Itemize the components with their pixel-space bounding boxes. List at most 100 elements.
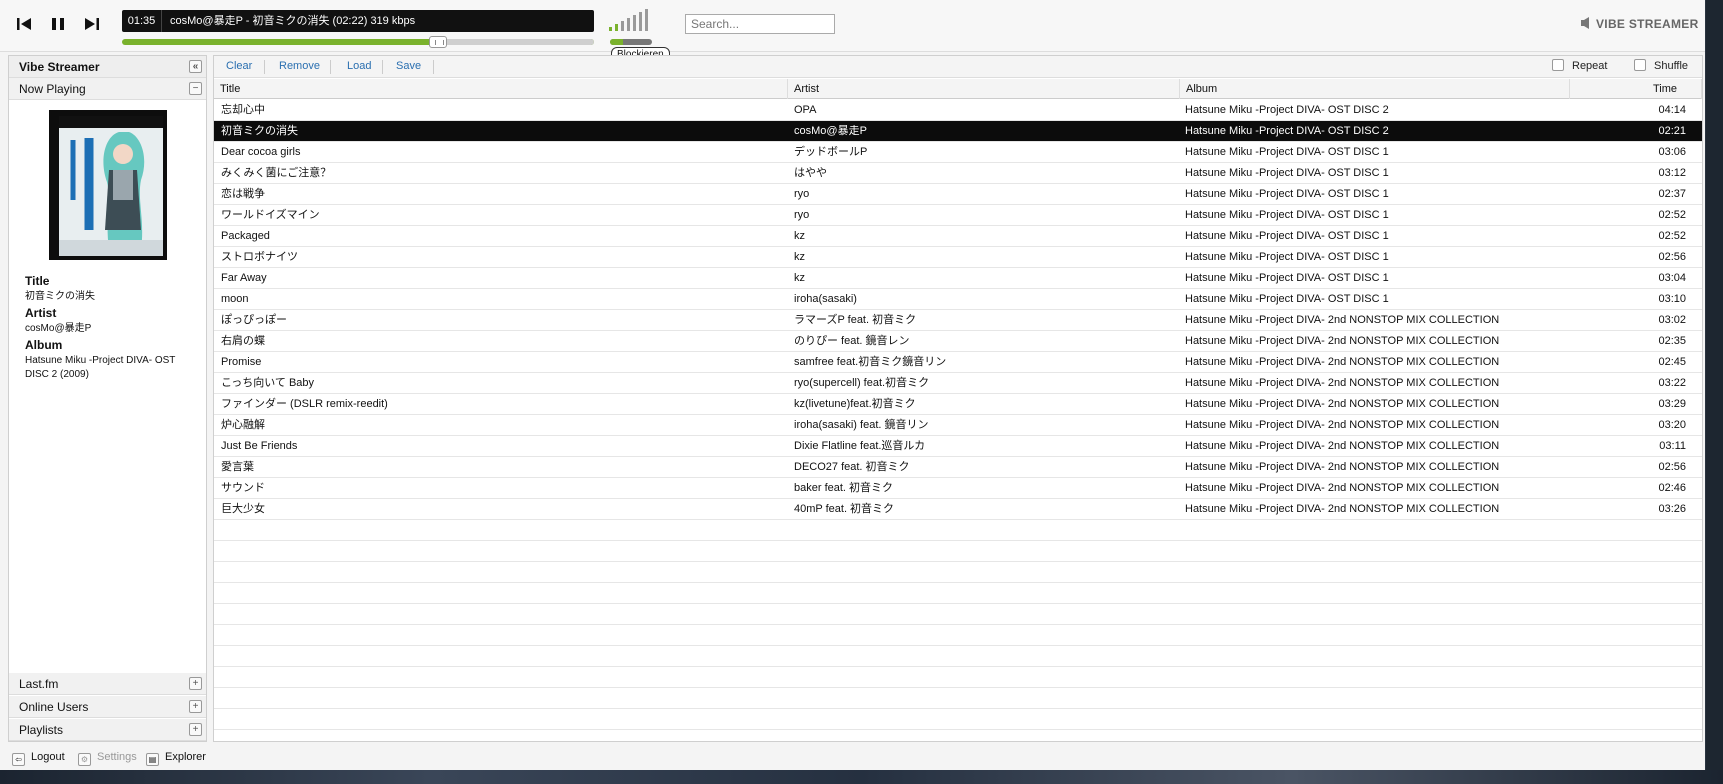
track-album-cell: Hatsune Miku -Project DIVA- OST DISC 1 — [1185, 272, 1389, 284]
logo-text: VIBE STREAMER — [1596, 17, 1699, 31]
track-title-cell: moon — [221, 293, 249, 305]
volume-level-bar[interactable] — [615, 24, 618, 31]
speaker-logo-icon — [1581, 17, 1589, 29]
sidebar-section-online-users[interactable]: Online Users + — [9, 696, 206, 718]
lastfm-label: Last.fm — [19, 677, 59, 691]
track-time-cell: 02:46 — [1658, 482, 1686, 494]
seek-handle[interactable] — [429, 36, 448, 48]
track-artist-cell: iroha(sasaki) — [794, 293, 857, 305]
track-title-cell: こっち向いて Baby — [221, 377, 315, 389]
track-album-cell: Hatsune Miku -Project DIVA- 2nd NONSTOP … — [1185, 398, 1500, 410]
track-album-cell: Hatsune Miku -Project DIVA- 2nd NONSTOP … — [1185, 419, 1500, 431]
prev-icon[interactable] — [14, 14, 34, 34]
track-album-cell: Hatsune Miku -Project DIVA- 2nd NONSTOP … — [1185, 377, 1500, 389]
table-row[interactable]: 忘却心中 OPA Hatsune Miku -Project DIVA- OST D… — [214, 100, 1702, 121]
explorer-button[interactable]: ▤ Explorer — [146, 749, 206, 766]
table-row[interactable]: ワールドイズマイン ryo Hatsune Miku -Project DIVA- … — [214, 205, 1702, 226]
sidebar-section-playlists[interactable]: Playlists + — [9, 719, 206, 741]
current-track-text: cosMo@暴走P - 初音ミクの消失 (02:22) 319 kbps — [170, 15, 416, 27]
seek-slider[interactable] — [122, 36, 594, 48]
table-row[interactable]: 炉心融解 iroha(sasaki) feat. 鏡音リン Hatsune Miku… — [214, 415, 1702, 436]
track-artist-cell: 40mP feat. 初音ミク — [794, 503, 895, 515]
table-row[interactable]: Packaged kz Hatsune Miku -Project DIVA- OS… — [214, 226, 1702, 247]
plus-icon[interactable]: + — [189, 723, 202, 736]
table-row[interactable]: moon iroha(sasaki) Hatsune Miku -Project D… — [214, 289, 1702, 310]
track-artist-cell: kz — [794, 230, 805, 242]
track-artist-cell: DECO27 feat. 初音ミク — [794, 461, 910, 473]
repeat-toggle[interactable]: Repeat — [1552, 59, 1607, 72]
remove-button[interactable]: Remove — [279, 60, 320, 72]
sidebar-section-lastfm[interactable]: Last.fm + — [9, 673, 206, 695]
volume-level-bar[interactable] — [621, 21, 624, 31]
track-title-cell: ストロボナイツ — [221, 251, 298, 263]
table-row[interactable]: Promise samfree feat.初音ミク鏡音リン Hatsune Miku… — [214, 352, 1702, 373]
table-row[interactable]: ファインダー (DSLR remix-reedit) kz(livetune)fe… — [214, 394, 1702, 415]
track-time-cell: 03:20 — [1658, 419, 1686, 431]
search-input[interactable] — [685, 14, 835, 34]
track-title-cell: 右肩の蝶 — [221, 335, 265, 347]
table-row[interactable]: みくみく菌にご注意？ はやや Hatsune Miku -Project DIVA-… — [214, 163, 1702, 184]
empty-row — [214, 562, 1702, 583]
table-row[interactable]: ストロボナイツ kz Hatsune Miku -Project DIVA- OST… — [214, 247, 1702, 268]
sidebar-title-text: Vibe Streamer — [19, 60, 100, 74]
settings-button[interactable]: ⚙ Settings — [78, 749, 137, 766]
minus-icon[interactable]: − — [189, 82, 202, 95]
plus-icon[interactable]: + — [189, 677, 202, 690]
track-artist-cell: Dixie Flatline feat.巡音ルカ — [794, 440, 926, 452]
volume-level-bar[interactable] — [639, 12, 642, 31]
column-title[interactable]: Title — [214, 79, 788, 99]
volume-slider[interactable] — [610, 39, 652, 45]
column-artist[interactable]: Artist — [788, 79, 1180, 99]
track-time-cell: 02:45 — [1658, 356, 1686, 368]
plus-icon[interactable]: + — [189, 700, 202, 713]
volume-fill — [610, 39, 623, 45]
track-album-cell: Hatsune Miku -Project DIVA- OST DISC 1 — [1185, 251, 1389, 263]
track-time-cell: 02:52 — [1658, 230, 1686, 242]
repeat-checkbox[interactable] — [1552, 59, 1564, 71]
empty-row — [214, 709, 1702, 730]
table-row[interactable]: 右肩の蝶 のりぴー feat. 鏡音レン Hatsune Miku -Project… — [214, 331, 1702, 352]
table-row[interactable]: Dear cocoa girls デッドボールP Hatsune Miku -Pro… — [214, 142, 1702, 163]
track-artist-cell: のりぴー feat. 鏡音レン — [794, 335, 910, 347]
table-row[interactable]: サウンド baker feat. 初音ミク Hatsune Miku -Projec… — [214, 478, 1702, 499]
shuffle-label: Shuffle — [1654, 60, 1689, 72]
shuffle-checkbox[interactable] — [1634, 59, 1646, 71]
repeat-label: Repeat — [1572, 60, 1608, 72]
sidebar-section-now-playing[interactable]: Now Playing − — [9, 78, 206, 100]
volume-level-bar[interactable] — [645, 9, 648, 31]
table-row[interactable]: ぽっぴっぽー ラマーズP feat. 初音ミク Hatsune Miku -Proj… — [214, 310, 1702, 331]
collapse-icon[interactable]: « — [189, 60, 202, 73]
table-row[interactable]: Far Away kz Hatsune Miku -Project DIVA- OS… — [214, 268, 1702, 289]
pause-icon[interactable] — [48, 14, 68, 34]
table-row[interactable]: 愛言葉 DECO27 feat. 初音ミク Hatsune Miku -Projec… — [214, 457, 1702, 478]
logout-button[interactable]: ⇦ Logout — [12, 749, 65, 766]
track-title-cell: Packaged — [221, 230, 270, 242]
column-album[interactable]: Album — [1180, 79, 1570, 99]
empty-row — [214, 604, 1702, 625]
table-row[interactable]: 恋は戦争 ryo Hatsune Miku -Project DIVA- OST D… — [214, 184, 1702, 205]
player-bar: 01:35 cosMo@暴走P - 初音ミクの消失 (02:22) 319 kb… — [0, 0, 1705, 62]
table-row[interactable]: 巨大少女 40mP feat. 初音ミク Hatsune Miku -Project… — [214, 499, 1702, 520]
track-time-cell: 02:56 — [1658, 461, 1686, 473]
volume-level-bar[interactable] — [627, 18, 630, 31]
table-row[interactable]: Just Be Friends Dixie Flatline feat.巡音ルカ H… — [214, 436, 1702, 457]
track-title-cell: みくみく菌にご注意？ — [221, 167, 332, 179]
save-button[interactable]: Save — [396, 60, 421, 72]
track-album-cell: Hatsune Miku -Project DIVA- 2nd NONSTOP … — [1185, 461, 1500, 473]
volume-level-bar[interactable] — [633, 15, 636, 31]
load-button[interactable]: Load — [347, 60, 371, 72]
clear-button[interactable]: Clear — [226, 60, 252, 72]
table-row[interactable]: 初音ミクの消失 cosMo@暴走P Hatsune Miku -Project DI… — [214, 121, 1702, 142]
toolbar-divider — [382, 60, 383, 74]
next-icon[interactable] — [82, 14, 102, 34]
logout-label: Logout — [31, 751, 65, 763]
track-time-cell: 02:52 — [1658, 209, 1686, 221]
table-row[interactable]: こっち向いて Baby ryo(supercell) feat.初音ミク Hatsu… — [214, 373, 1702, 394]
online-users-label: Online Users — [19, 700, 89, 714]
track-album-cell: Hatsune Miku -Project DIVA- 2nd NONSTOP … — [1185, 440, 1500, 452]
volume-bars-icon[interactable] — [609, 9, 651, 31]
column-time[interactable]: Time — [1570, 79, 1702, 99]
shuffle-toggle[interactable]: Shuffle — [1634, 59, 1688, 72]
volume-level-bar[interactable] — [609, 27, 612, 31]
artist-label: Artist — [25, 306, 57, 320]
